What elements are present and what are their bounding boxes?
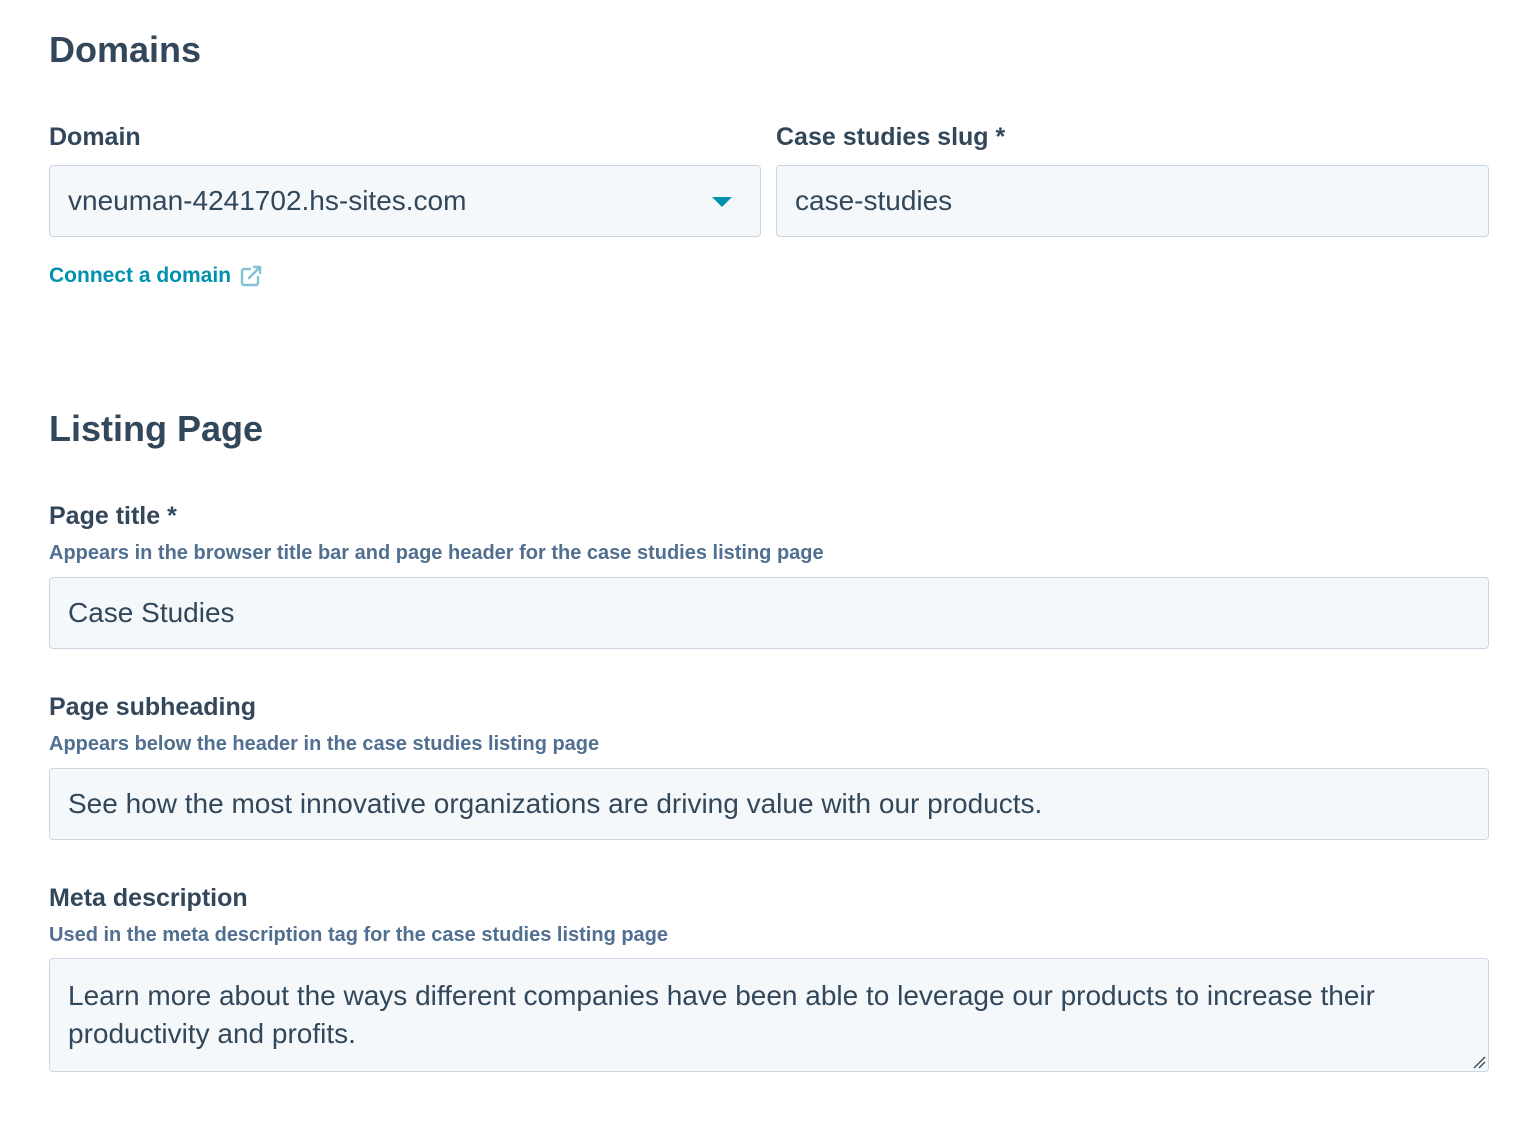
domain-label: Domain [49,123,141,151]
page-title-input[interactable] [49,577,1489,649]
meta-description-label: Meta description [49,884,248,912]
connect-domain-label: Connect a domain [49,264,232,287]
chevron-down-icon[interactable] [712,197,732,207]
page-title-label: Page title * [49,502,177,530]
slug-label: Case studies slug * [776,123,1006,151]
page-subheading-label: Page subheading [49,693,256,721]
settings-page: Domains Domain vneuman-4241702.hs-sites.… [0,0,1520,1128]
page-subheading-help: Appears below the header in the case stu… [49,733,600,755]
connect-domain-link[interactable]: Connect a domain [49,262,263,290]
domains-section-title: Domains [49,29,202,70]
listing-section-title: Listing Page [49,408,264,449]
domain-select-value: vneuman-4241702.hs-sites.com [68,185,467,216]
slug-input[interactable] [776,165,1489,237]
page-subheading-input[interactable] [49,768,1489,840]
meta-description-wrapper: Learn more about the ways different comp… [49,958,1489,1072]
resize-grip-icon[interactable] [1472,1055,1486,1069]
domain-select[interactable]: vneuman-4241702.hs-sites.com [49,165,761,237]
meta-description-textarea[interactable]: Learn more about the ways different comp… [49,958,1489,1072]
external-link-icon [239,264,263,288]
meta-description-help: Used in the meta description tag for the… [49,924,669,946]
page-title-help: Appears in the browser title bar and pag… [49,542,824,564]
